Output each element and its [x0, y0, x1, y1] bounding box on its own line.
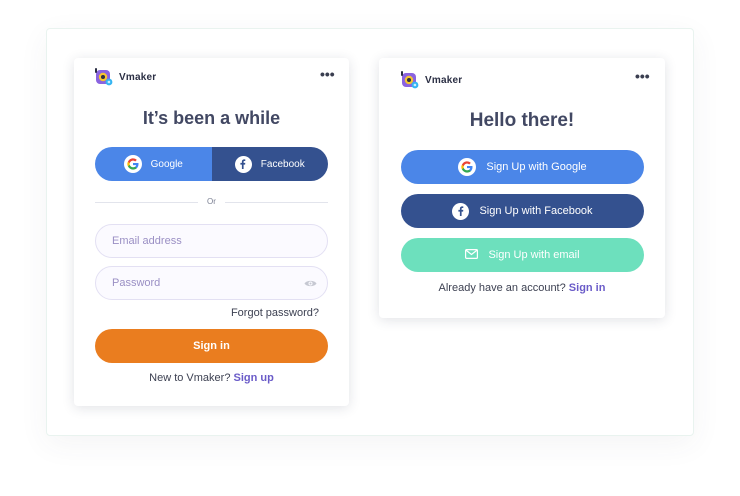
sign-in-button[interactable]: Sign in: [95, 329, 328, 363]
more-options-icon[interactable]: •••: [320, 67, 335, 81]
facebook-login-label: Facebook: [260, 158, 305, 170]
divider-line-right: [225, 202, 328, 203]
forgot-password-link[interactable]: Forgot password?: [231, 307, 319, 319]
login-card: Vmaker ••• It’s been a while Google Face…: [74, 58, 349, 406]
google-login-label: Google: [150, 158, 183, 170]
sign-up-google-button[interactable]: Sign Up with Google: [401, 150, 644, 184]
social-login-toggle: Google Facebook: [95, 147, 328, 181]
or-divider: Or: [95, 197, 328, 207]
show-password-icon[interactable]: [304, 277, 317, 290]
signup-prompt-text: New to Vmaker?: [149, 372, 231, 384]
google-icon: [458, 158, 477, 176]
signup-prompt: New to Vmaker? Sign up: [74, 372, 349, 384]
sign-up-email-button[interactable]: Sign Up with email: [401, 238, 644, 272]
login-title: It’s been a while: [142, 108, 281, 128]
signup-card: Vmaker ••• Hello there! Sign Up with Goo…: [379, 58, 665, 318]
more-options-icon[interactable]: •••: [635, 69, 650, 83]
sign-up-link[interactable]: Sign up: [234, 372, 274, 384]
sign-up-email-label: Sign Up with email: [488, 249, 580, 261]
signin-prompt: Already have an account? Sign in: [379, 282, 665, 294]
facebook-icon: [452, 202, 470, 220]
vmaker-logo-icon: [401, 71, 419, 89]
google-icon: [123, 155, 142, 173]
facebook-login-button[interactable]: Facebook: [211, 147, 328, 181]
password-field[interactable]: [95, 266, 328, 300]
google-login-button[interactable]: Google: [95, 147, 212, 181]
vmaker-logo-icon: [95, 68, 113, 86]
email-field[interactable]: [95, 224, 328, 258]
sign-up-google-label: Sign Up with Google: [486, 161, 587, 173]
brand-name: Vmaker: [119, 71, 157, 83]
sign-in-link[interactable]: Sign in: [569, 282, 606, 294]
brand: Vmaker: [95, 68, 156, 86]
signin-prompt-text: Already have an account?: [438, 282, 566, 294]
facebook-icon: [234, 155, 252, 173]
brand: Vmaker: [401, 71, 462, 89]
sign-up-facebook-button[interactable]: Sign Up with Facebook: [401, 194, 644, 228]
signup-title: Hello there!: [469, 110, 575, 131]
sign-up-facebook-label: Sign Up with Facebook: [479, 205, 593, 217]
mail-icon: [465, 248, 479, 262]
brand-name: Vmaker: [425, 74, 463, 86]
